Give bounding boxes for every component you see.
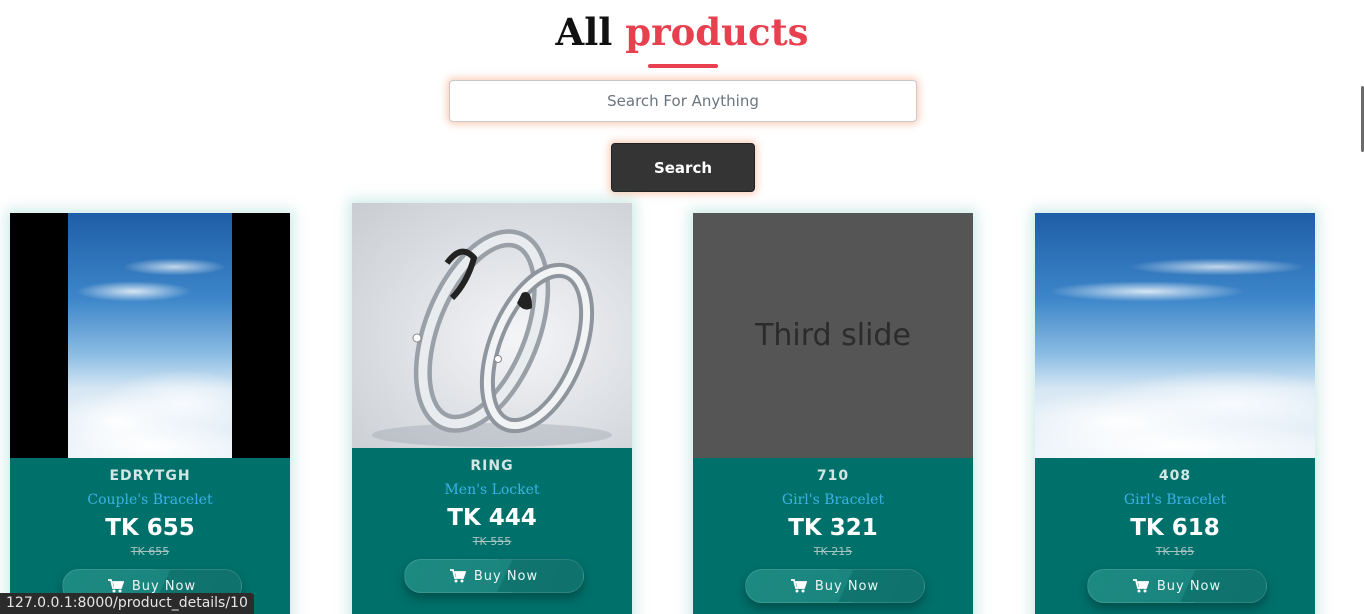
product-image[interactable] <box>10 213 290 458</box>
cart-icon <box>107 579 124 593</box>
page-title: All products <box>0 8 1364 56</box>
product-old-price: TK 215 <box>813 545 853 558</box>
buy-now-button[interactable]: Buy Now <box>404 559 584 593</box>
product-sku: RING <box>470 458 514 474</box>
buy-now-button[interactable]: Buy Now <box>1087 569 1267 603</box>
product-price: TK 655 <box>105 515 195 541</box>
cart-icon <box>449 569 466 583</box>
buy-now-label: Buy Now <box>131 578 197 594</box>
product-name[interactable]: Girl's Bracelet <box>693 491 973 509</box>
product-old-price: TK 165 <box>1155 545 1195 558</box>
product-old-price: TK 555 <box>472 535 512 548</box>
product-image[interactable]: Third slide <box>693 213 973 458</box>
product-price: TK 618 <box>1130 515 1220 541</box>
product-card[interactable]: 408 Girl's Bracelet TK 618 TK 165 Buy No… <box>1035 213 1315 614</box>
product-card[interactable]: RING Men's Locket TK 444 TK 555 Buy Now <box>352 203 632 614</box>
product-sku: 710 <box>816 468 850 484</box>
product-price: TK 321 <box>788 515 878 541</box>
buy-now-label: Buy Now <box>473 568 539 584</box>
title-underline <box>648 64 718 68</box>
cart-icon <box>1132 579 1149 593</box>
cart-icon <box>790 579 807 593</box>
product-name[interactable]: Men's Locket <box>352 481 632 499</box>
product-price: TK 444 <box>447 505 537 531</box>
buy-now-label: Buy Now <box>814 578 880 594</box>
product-name[interactable]: Girl's Bracelet <box>1035 491 1315 509</box>
product-image[interactable] <box>1035 213 1315 458</box>
product-card[interactable]: Third slide 710 Girl's Bracelet TK 321 T… <box>693 213 973 614</box>
product-name[interactable]: Couple's Bracelet <box>10 491 290 509</box>
product-card[interactable]: EDRYTGH Couple's Bracelet TK 655 TK 655 … <box>10 213 290 614</box>
product-old-price: TK 655 <box>130 545 170 558</box>
buy-now-button[interactable]: Buy Now <box>745 569 925 603</box>
sky-clouds-image <box>68 213 232 458</box>
page-title-word-2: products <box>625 10 809 54</box>
sky-clouds-image <box>1035 213 1315 458</box>
product-image[interactable] <box>352 203 632 448</box>
silver-rings-image <box>372 229 612 447</box>
placeholder-image-text: Third slide <box>755 318 911 353</box>
page-title-word-1: All <box>555 10 613 54</box>
buy-now-label: Buy Now <box>1156 578 1222 594</box>
product-sku: EDRYTGH <box>109 468 191 484</box>
placeholder-image: Third slide <box>693 213 973 458</box>
search-input[interactable] <box>449 80 917 122</box>
product-sku: 408 <box>1158 468 1192 484</box>
search-button[interactable]: Search <box>611 143 755 192</box>
status-url: 127.0.0.1:8000/product_details/10 <box>0 593 254 614</box>
